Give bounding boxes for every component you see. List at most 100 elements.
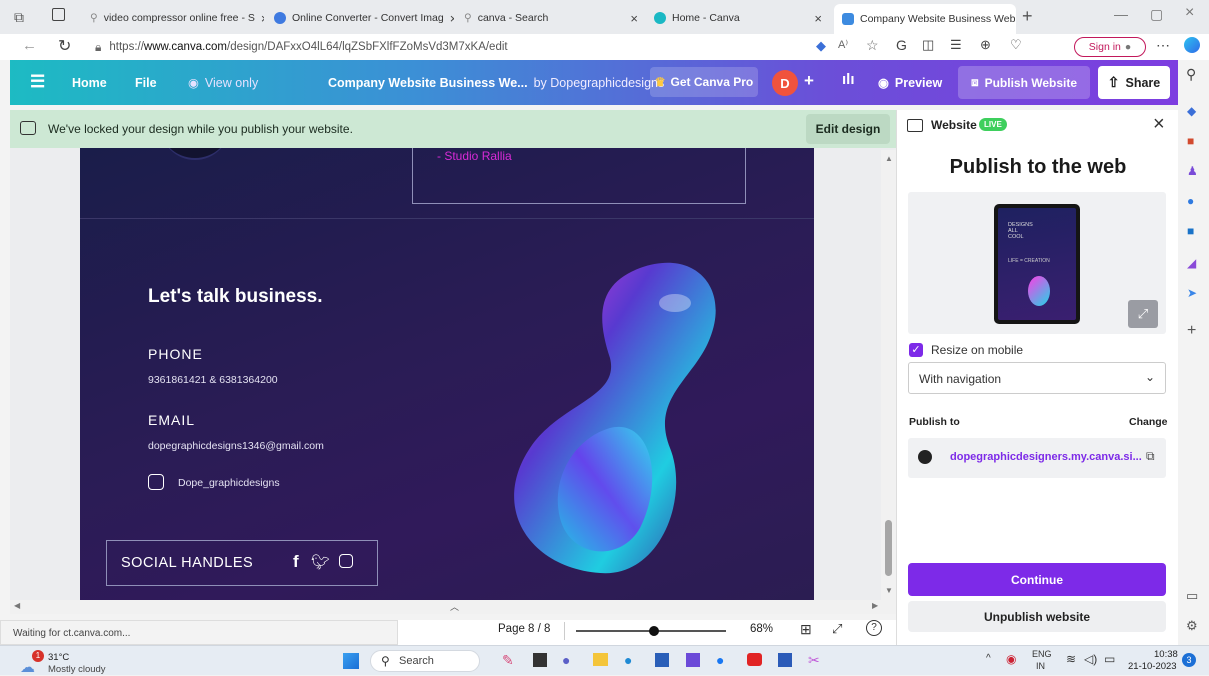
browser-essentials-icon[interactable]: ♡ bbox=[1010, 37, 1022, 53]
copilot-sidebar-icon[interactable] bbox=[1184, 37, 1200, 53]
close-icon[interactable]: × bbox=[450, 11, 454, 26]
zoom-value[interactable]: 68% bbox=[750, 623, 773, 635]
share-button[interactable]: ⇧ Share bbox=[1098, 66, 1170, 99]
site-url-row[interactable]: dopegraphicdesigners.my.canva.si... ⧉ bbox=[908, 438, 1166, 478]
language-indicator[interactable]: ENG bbox=[1032, 649, 1052, 659]
window-close-icon[interactable]: × bbox=[1185, 4, 1194, 22]
publish-website-button[interactable]: ⧈ Publish Website bbox=[958, 66, 1090, 99]
favorites-bar-icon[interactable]: ☰ bbox=[950, 37, 962, 53]
facebook-app-icon[interactable]: ● bbox=[716, 652, 724, 668]
volume-icon[interactable]: ◁) bbox=[1084, 652, 1097, 666]
tools-icon[interactable]: ■ bbox=[1187, 134, 1194, 148]
help-icon[interactable]: ? bbox=[866, 620, 882, 636]
sidebar-toggle-icon[interactable]: ▭ bbox=[1186, 588, 1198, 604]
get-canva-pro-button[interactable]: ♛ Get Canva Pro bbox=[650, 67, 758, 97]
clock-date[interactable]: 21-10-2023 bbox=[1128, 661, 1177, 672]
more-options-icon[interactable]: ⋯ bbox=[1156, 37, 1170, 54]
view-only-indicator[interactable]: ◉ View only bbox=[188, 60, 258, 105]
analytics-icon[interactable]: ılı bbox=[842, 71, 855, 88]
word-icon[interactable] bbox=[778, 653, 792, 667]
copilot-icon[interactable]: G bbox=[896, 37, 907, 53]
taskbar-search[interactable]: ⚲ Search bbox=[370, 650, 480, 672]
horizontal-scrollbar[interactable]: ◀ ︿ ▶ bbox=[10, 600, 896, 614]
sign-in-button[interactable]: Sign in ● bbox=[1074, 37, 1146, 57]
chevron-up-icon[interactable]: ︿ bbox=[450, 600, 459, 613]
resize-checkbox[interactable]: ✓ bbox=[909, 343, 923, 357]
shopping-icon[interactable]: ◆ bbox=[1187, 104, 1196, 118]
designer-icon[interactable]: ◢ bbox=[1187, 256, 1196, 270]
continue-button[interactable]: Continue bbox=[908, 563, 1166, 596]
microsoft-365-icon[interactable]: ● bbox=[1187, 194, 1194, 208]
zoom-slider[interactable] bbox=[576, 626, 726, 636]
restore-icon[interactable]: ▢ bbox=[1150, 6, 1163, 23]
close-icon[interactable]: × bbox=[814, 11, 822, 26]
split-screen-icon[interactable]: ◫ bbox=[922, 37, 934, 53]
vertical-scrollbar[interactable]: ▲ ▼ bbox=[881, 150, 896, 600]
zoom-slider-thumb[interactable] bbox=[649, 626, 659, 636]
workspaces-icon[interactable]: ⧉ bbox=[14, 9, 24, 26]
tray-app-icon[interactable]: ◉ bbox=[1006, 652, 1016, 666]
task-view-icon[interactable] bbox=[533, 653, 547, 667]
read-aloud-icon[interactable]: A⁾ bbox=[838, 38, 848, 51]
scroll-up-icon[interactable]: ▲ bbox=[885, 154, 893, 163]
scroll-left-icon[interactable]: ◀ bbox=[14, 601, 20, 610]
fullscreen-icon[interactable]: ⤢ bbox=[832, 621, 842, 637]
close-icon[interactable]: × bbox=[261, 11, 264, 26]
tab-online-converter[interactable]: Online Converter - Convert Imag × bbox=[266, 6, 454, 30]
navigation-select[interactable]: With navigation ⌄ bbox=[908, 362, 1166, 394]
preview-button[interactable]: ◉ Preview bbox=[878, 60, 942, 105]
tab-canva-search[interactable]: ⚲ canva - Search × bbox=[456, 6, 646, 30]
menu-icon[interactable]: ☰ bbox=[30, 72, 45, 92]
add-sidebar-app-icon[interactable]: + bbox=[1187, 322, 1196, 340]
design-title[interactable]: Company Website Business We... by Dopegr… bbox=[328, 60, 664, 105]
close-panel-icon[interactable]: × bbox=[1153, 113, 1165, 136]
wifi-icon[interactable]: ≋ bbox=[1066, 652, 1076, 666]
edge-icon[interactable]: ● bbox=[624, 652, 632, 668]
clock-time[interactable]: 10:38 bbox=[1154, 649, 1178, 660]
file-menu-button[interactable]: File bbox=[135, 60, 157, 105]
outlook-icon[interactable]: ■ bbox=[1187, 224, 1194, 238]
games-icon[interactable]: ♟ bbox=[1187, 164, 1198, 178]
settings-gear-icon[interactable]: ⚙ bbox=[1186, 618, 1198, 634]
change-link[interactable]: Change bbox=[1129, 416, 1168, 428]
search-icon[interactable]: ⚲ bbox=[1186, 66, 1196, 83]
grid-view-icon[interactable]: ⊞ bbox=[800, 621, 812, 638]
windows-start-icon[interactable] bbox=[343, 653, 359, 669]
file-explorer-icon[interactable] bbox=[593, 653, 608, 666]
favorite-icon[interactable]: ☆ bbox=[866, 37, 879, 54]
scrollbar-thumb[interactable] bbox=[885, 520, 892, 576]
store-icon[interactable] bbox=[655, 653, 669, 667]
collections-icon[interactable]: ⊕ bbox=[980, 37, 991, 53]
scroll-right-icon[interactable]: ▶ bbox=[872, 601, 878, 610]
teams-icon[interactable]: ● bbox=[562, 652, 570, 668]
address-bar[interactable]: 🔒︎ https://www.canva.com/design/DAFxxO4l… bbox=[95, 37, 795, 57]
chat-app-icon[interactable]: ✎ bbox=[502, 652, 514, 669]
tab-actions-icon[interactable] bbox=[52, 8, 65, 21]
youtube-icon[interactable] bbox=[747, 653, 762, 666]
refresh-icon[interactable]: ↻ bbox=[58, 36, 71, 56]
new-tab-icon[interactable]: + bbox=[1022, 6, 1033, 27]
unpublish-button[interactable]: Unpublish website bbox=[908, 601, 1166, 632]
drop-icon[interactable]: ➤ bbox=[1187, 286, 1197, 300]
page-indicator[interactable]: Page 8 / 8 bbox=[498, 623, 550, 635]
tab-company-website[interactable]: Company Website Business Web × bbox=[834, 4, 1016, 34]
notification-badge[interactable]: 3 bbox=[1182, 653, 1196, 667]
tab-video-compressor[interactable]: ⚲ video compressor online free - S × bbox=[82, 6, 264, 30]
extension-icon[interactable]: ◆ bbox=[816, 38, 826, 54]
tray-chevron-icon[interactable]: ^ bbox=[986, 653, 991, 664]
site-url-link[interactable]: dopegraphicdesigners.my.canva.si... bbox=[950, 451, 1142, 463]
close-icon[interactable]: × bbox=[630, 11, 638, 26]
back-icon[interactable]: ← bbox=[22, 37, 37, 54]
add-collaborator-icon[interactable]: + bbox=[804, 71, 814, 91]
region-indicator[interactable]: IN bbox=[1036, 661, 1045, 671]
photos-icon[interactable] bbox=[686, 653, 700, 667]
external-link-icon[interactable]: ⧉ bbox=[1146, 449, 1155, 464]
avatar[interactable]: D bbox=[772, 70, 798, 96]
home-button[interactable]: Home bbox=[72, 60, 107, 105]
edit-design-button[interactable]: Edit design bbox=[806, 114, 890, 144]
expand-preview-icon[interactable]: ⤢ bbox=[1128, 300, 1158, 328]
battery-icon[interactable]: ▭ bbox=[1104, 652, 1115, 666]
snipping-tool-icon[interactable]: ✂ bbox=[808, 652, 820, 669]
tab-home-canva[interactable]: Home - Canva × bbox=[646, 6, 830, 30]
minimize-icon[interactable]: — bbox=[1114, 6, 1128, 22]
